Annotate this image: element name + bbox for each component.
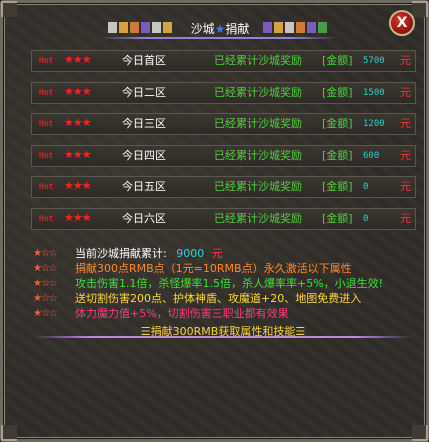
hot-badge: Hot (39, 182, 54, 191)
title-decoration-left (108, 22, 172, 33)
bullet-stars-icon: ★☆☆ (33, 263, 58, 274)
amount-label: [金额] (322, 148, 353, 162)
zone-row[interactable]: Hot ★★★ 今日首区 已经累计沙城奖励 [金额] 5700 元 (31, 50, 416, 72)
amount-value: 0 (363, 182, 369, 192)
hot-badge: Hot (39, 150, 54, 160)
bullet-stars-icon: ★☆☆ (33, 293, 58, 304)
total-value: 9000 (176, 247, 205, 260)
currency-unit: 元 (400, 148, 411, 162)
panel-title: 沙城★捐献 (180, 20, 260, 37)
corner-ornament (412, 1, 428, 17)
donate-action-bar: ☰捐献300RMB获取属性和技能☰ (33, 326, 413, 340)
total-label: 当前沙城捐献累计: (75, 247, 167, 260)
zone-row[interactable]: Hot ★★★ 今日五区 已经累计沙城奖励 [金额] 0 元 (31, 176, 416, 198)
title-decoration-right (263, 22, 327, 33)
sand-city-donation-panel: 沙城★捐献 X Hot ★★★ 今日首区 已经累计沙城奖励 [金额] 5700 … (0, 0, 429, 442)
info-line-stat-bonus: ★☆☆ 体力魔力值+5%，切割伤害三职业都有效果 (33, 306, 413, 321)
zone-name: 今日首区 (122, 54, 166, 67)
activation-text: 捐献300点RMB点（1元=10RMB点）永久激活以下属性 (75, 262, 352, 275)
total-text: 当前沙城捐献累计: 9000 元 (75, 246, 223, 261)
reward-description: 已经累计沙城奖励 (214, 211, 302, 225)
zone-list: Hot ★★★ 今日首区 已经累计沙城奖励 [金额] 5700 元 Hot ★★… (31, 50, 416, 239)
currency-unit: 元 (400, 180, 411, 193)
amount-label: [金额] (322, 211, 353, 225)
info-line-activation: ★☆☆ 捐献300点RMB点（1元=10RMB点）永久激活以下属性 (33, 261, 413, 276)
star-icon: ★ (214, 22, 226, 36)
rating-stars-icon: ★★★ (64, 116, 92, 129)
rating-stars-icon: ★★★ (64, 179, 92, 192)
currency-unit: 元 (400, 85, 411, 99)
zone-name: 今日四区 (122, 148, 166, 162)
zone-name: 今日二区 (122, 85, 166, 99)
amount-value: 600 (363, 150, 380, 161)
reward-description: 已经累计沙城奖励 (214, 117, 302, 130)
donation-info: ★☆☆ 当前沙城捐献累计: 9000 元 ★☆☆ 捐献300点RMB点（1元=1… (33, 246, 413, 321)
amount-label: [金额] (322, 54, 353, 67)
info-line-total: ★☆☆ 当前沙城捐献累计: 9000 元 (33, 246, 413, 261)
close-button[interactable]: X (389, 10, 415, 36)
currency-unit: 元 (400, 117, 411, 130)
bullet-stars-icon: ★☆☆ (33, 248, 58, 259)
zone-row[interactable]: Hot ★★★ 今日三区 已经累计沙城奖励 [金额] 1200 元 (31, 113, 416, 135)
total-unit: 元 (211, 247, 223, 260)
corner-ornament (1, 425, 17, 441)
rating-stars-icon: ★★★ (64, 210, 92, 224)
amount-value: 5700 (363, 56, 385, 66)
reward-description: 已经累计沙城奖励 (214, 54, 302, 67)
zone-name: 今日六区 (122, 211, 166, 225)
zone-row[interactable]: Hot ★★★ 今日四区 已经累计沙城奖励 [金额] 600 元 (31, 144, 416, 167)
currency-unit: 元 (400, 54, 411, 67)
amount-label: [金额] (322, 85, 353, 99)
corner-ornament (412, 425, 428, 441)
zone-row[interactable]: Hot ★★★ 今日六区 已经累计沙城奖励 [金额] 0 元 (31, 207, 416, 230)
rating-stars-icon: ★★★ (64, 147, 92, 161)
rating-stars-icon: ★★★ (64, 53, 92, 66)
reward-description: 已经累计沙城奖励 (214, 180, 302, 193)
amount-value: 0 (363, 213, 369, 224)
hot-badge: Hot (39, 213, 54, 223)
stat-bonus-text: 体力魔力值+5%，切割伤害三职业都有效果 (75, 307, 289, 320)
hot-badge: Hot (39, 56, 54, 65)
amount-value: 1500 (363, 87, 385, 98)
hot-badge: Hot (39, 119, 54, 128)
title-bar: 沙城★捐献 (98, 17, 338, 41)
zone-row[interactable]: Hot ★★★ 今日二区 已经累计沙城奖励 [金额] 1500 元 (31, 81, 416, 104)
corner-ornament (1, 1, 17, 17)
zone-name: 今日五区 (122, 180, 166, 193)
title-prefix: 沙城 (190, 22, 215, 36)
amount-label: [金额] (322, 180, 353, 193)
amount-label: [金额] (322, 117, 353, 130)
currency-unit: 元 (400, 211, 411, 225)
bullet-stars-icon: ★☆☆ (33, 278, 58, 289)
title-suffix: 捐献 (225, 22, 250, 36)
amount-value: 1200 (363, 119, 385, 129)
attack-bonus-text: 攻击伤害1.1倍，杀怪爆率1.5倍，杀人爆率率+5%，小退生效! (75, 277, 384, 290)
skill-bonus-text: 送切割伤害200点、护体神盾、攻魔道+20、地图免费进入 (75, 292, 362, 305)
reward-description: 已经累计沙城奖励 (214, 148, 302, 162)
rating-stars-icon: ★★★ (64, 84, 92, 98)
bullet-stars-icon: ★☆☆ (33, 308, 58, 319)
info-line-attack-bonus: ★☆☆ 攻击伤害1.1倍，杀怪爆率1.5倍，杀人爆率率+5%，小退生效! (33, 276, 413, 291)
donate-button[interactable]: ☰捐献300RMB获取属性和技能☰ (33, 326, 413, 338)
zone-name: 今日三区 (122, 117, 166, 130)
hot-badge: Hot (39, 87, 54, 97)
title-underline (98, 37, 338, 39)
info-line-skill-bonus: ★☆☆ 送切割伤害200点、护体神盾、攻魔道+20、地图免费进入 (33, 291, 413, 306)
reward-description: 已经累计沙城奖励 (214, 85, 302, 99)
